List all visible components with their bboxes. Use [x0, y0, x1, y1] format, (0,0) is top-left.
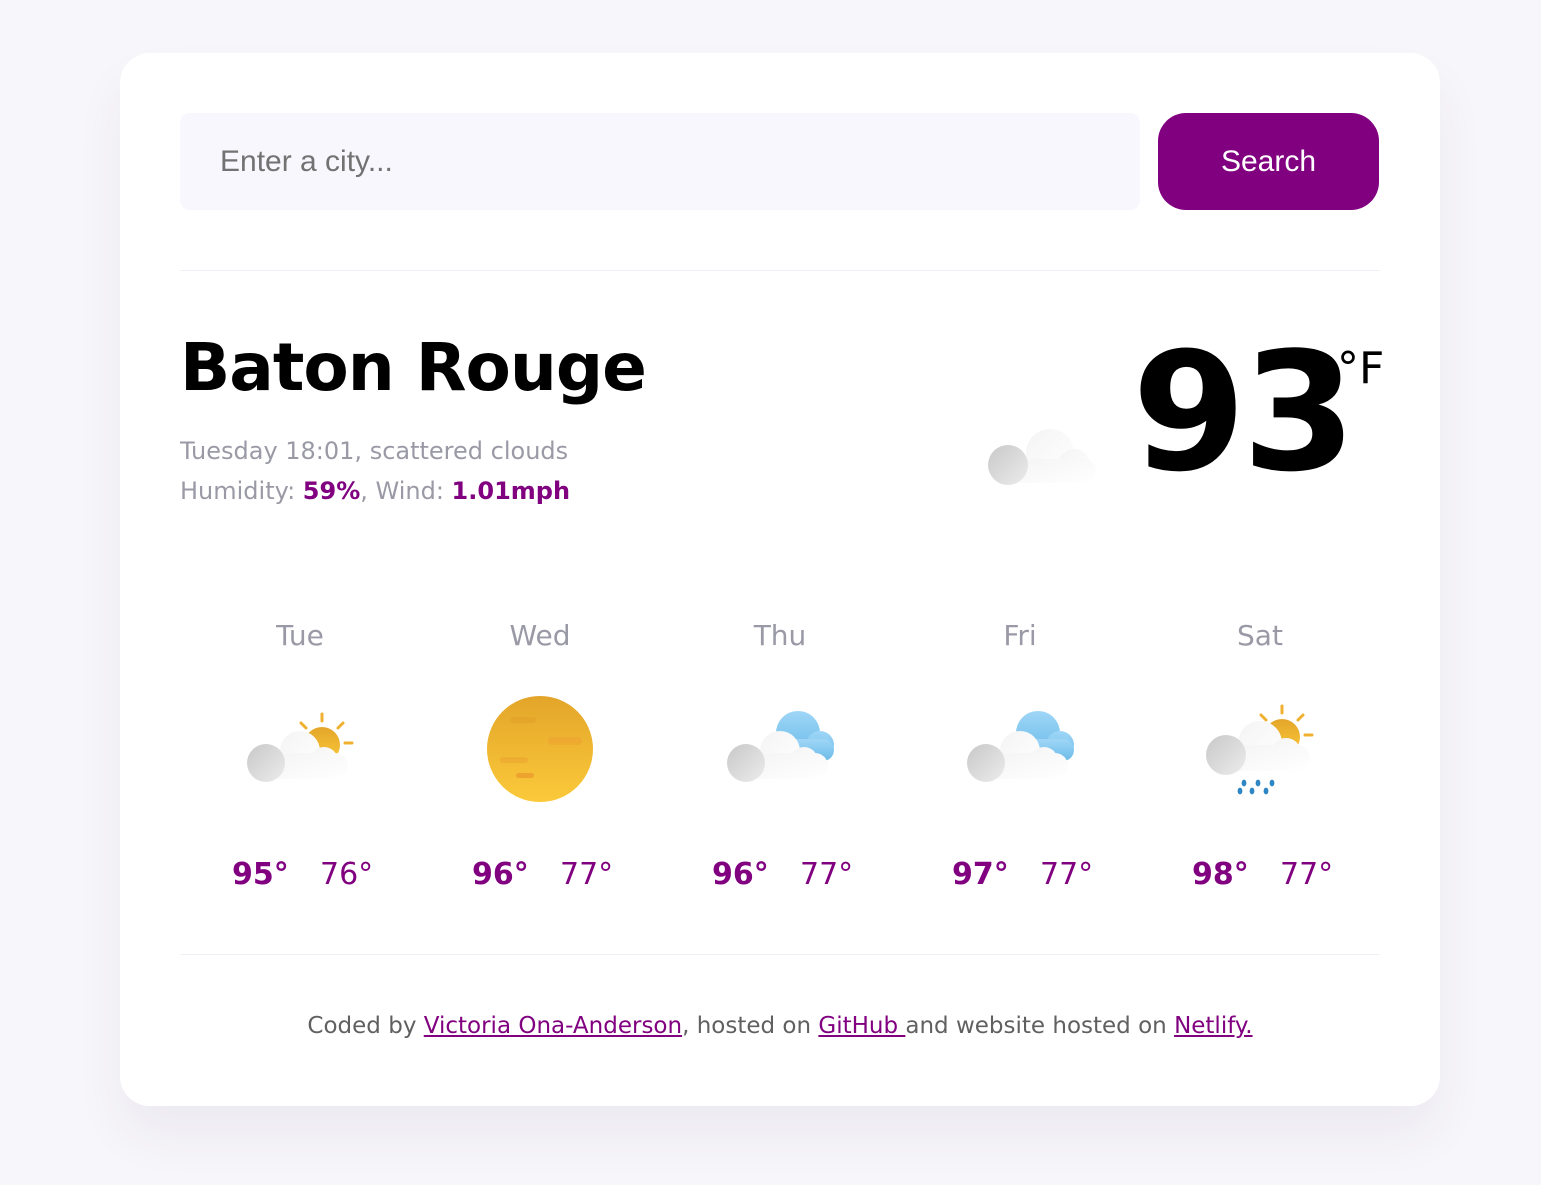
sun-icon — [487, 696, 593, 802]
search-form: Search — [180, 113, 1380, 210]
footer-middle-2: and website hosted on — [905, 1013, 1175, 1039]
forecast-max-temp: 98° — [1192, 857, 1249, 892]
forecast-max-temp: 95° — [232, 857, 289, 892]
forecast-max-temp: 96° — [472, 857, 529, 892]
temperature-unit: °F — [1337, 343, 1385, 394]
forecast-day-name: Sat — [1237, 619, 1283, 652]
humidity-wind-line: Humidity: 59%, Wind: 1.01mph — [180, 471, 570, 511]
partly-cloudy-icon — [247, 712, 354, 782]
forecast-max-temp: 97° — [952, 857, 1009, 892]
wind-label: , Wind: — [360, 477, 452, 505]
forecast-min-temp: 76° — [320, 857, 374, 892]
bottom-divider — [180, 954, 1380, 955]
search-button[interactable]: Search — [1158, 113, 1379, 210]
weather-card: Search Baton Rouge Tuesday 18:01, scatte… — [120, 53, 1440, 1106]
wind-value: 1.01mph — [451, 477, 571, 505]
github-link[interactable]: GitHub — [818, 1013, 905, 1039]
rain-sun-icon — [1206, 704, 1314, 795]
humidity-label: Humidity: — [180, 477, 303, 505]
footer: Coded by Victoria Ona-Anderson, hosted o… — [180, 1013, 1380, 1039]
current-temperature: 93 — [1132, 317, 1356, 508]
date-description: Tuesday 18:01, scattered clouds — [180, 437, 569, 465]
forecast-max-temp: 96° — [712, 857, 769, 892]
city-name: Baton Rouge — [180, 329, 647, 406]
forecast-day: Sat 98° 77° — [1140, 619, 1380, 899]
forecast-day-name: Thu — [753, 619, 807, 652]
humidity-value: 59% — [302, 477, 361, 505]
top-divider — [180, 270, 1380, 271]
scattered-clouds-icon — [988, 429, 1096, 485]
forecast-day-name: Wed — [509, 619, 571, 652]
forecast-min-temp: 77° — [560, 857, 614, 892]
forecast-day-name: Tue — [276, 619, 324, 652]
forecast: Tue 95° 76° Wed 96° 77° Thu 96° 77° Fri … — [180, 619, 1380, 899]
author-link[interactable]: Victoria Ona-Anderson — [424, 1013, 682, 1039]
footer-prefix: Coded by — [307, 1013, 424, 1039]
clouds-icon — [967, 711, 1074, 782]
forecast-min-temp: 77° — [1040, 857, 1094, 892]
current-details: Tuesday 18:01, scattered clouds Humidity… — [180, 431, 570, 511]
city-search-input[interactable] — [180, 113, 1140, 210]
footer-middle-1: , hosted on — [682, 1013, 819, 1039]
clouds-icon — [727, 711, 834, 782]
forecast-min-temp: 77° — [1280, 857, 1334, 892]
forecast-day: Wed 96° 77° — [420, 619, 660, 899]
forecast-day: Thu 96° 77° — [660, 619, 900, 899]
forecast-min-temp: 77° — [800, 857, 854, 892]
forecast-day-name: Fri — [1003, 619, 1037, 652]
forecast-day: Tue 95° 76° — [180, 619, 420, 899]
forecast-day: Fri 97° 77° — [900, 619, 1140, 899]
netlify-link[interactable]: Netlify. — [1174, 1013, 1253, 1039]
